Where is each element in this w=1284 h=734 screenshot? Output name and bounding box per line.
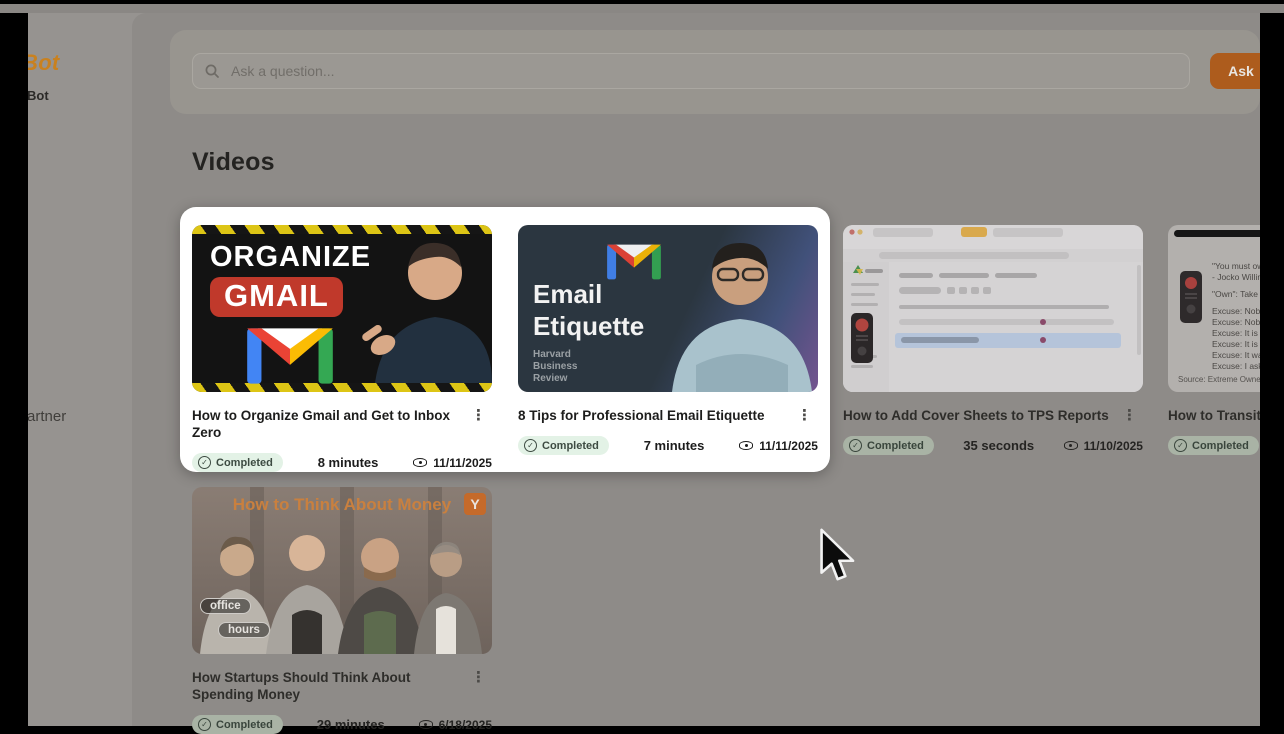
y-combinator-icon: Y bbox=[464, 493, 486, 515]
video-thumbnail-tps-reports[interactable] bbox=[843, 225, 1143, 392]
thumbnail-red-pill: GMAIL bbox=[210, 277, 343, 317]
presenter-photo bbox=[357, 233, 492, 383]
status-label: Completed bbox=[216, 457, 273, 469]
gmail-logo-icon bbox=[244, 323, 336, 389]
check-icon: ✓ bbox=[198, 456, 211, 469]
thumbnail-headline: Etiquette bbox=[533, 311, 644, 342]
office-bubble: office bbox=[200, 598, 251, 614]
presenter-photo bbox=[648, 225, 818, 392]
sidebar-nav-item[interactable]: artner bbox=[27, 408, 66, 425]
drive-screenshot-graphic bbox=[843, 225, 1143, 392]
letterbox-right bbox=[1260, 13, 1284, 726]
thumbnail-headline: ORGANIZE bbox=[210, 241, 371, 274]
quote-source: Source: Extreme Owners bbox=[1178, 375, 1267, 384]
status-badge: ✓ Completed bbox=[518, 436, 609, 455]
app-logo-subtext: Bot bbox=[27, 88, 49, 103]
status-badge: ✓ Completed bbox=[843, 436, 934, 455]
date-label: 11/11/2025 bbox=[433, 456, 492, 470]
remote-icon bbox=[1180, 271, 1202, 323]
caution-stripe bbox=[192, 383, 492, 392]
kebab-menu-icon[interactable]: ⋮ bbox=[465, 669, 492, 686]
video-duration: 8 minutes bbox=[318, 455, 379, 470]
kebab-menu-icon[interactable]: ⋮ bbox=[465, 407, 492, 424]
search-input[interactable] bbox=[229, 62, 1177, 80]
brand-line: Business bbox=[533, 361, 577, 373]
status-badge: ✓ Completed bbox=[192, 715, 283, 734]
search-icon bbox=[205, 64, 219, 78]
hours-bubble: hours bbox=[218, 622, 270, 638]
thumbnail-subheadline: GMAIL bbox=[224, 278, 329, 313]
video-card[interactable]: How to Add Cover Sheets to TPS Reports ⋮… bbox=[843, 225, 1143, 455]
check-icon: ✓ bbox=[198, 718, 211, 731]
date-label: 11/10/2025 bbox=[1084, 439, 1143, 453]
search-box[interactable] bbox=[192, 53, 1190, 89]
video-thumbnail-organize-gmail[interactable]: ORGANIZE GMAIL bbox=[192, 225, 492, 392]
status-label: Completed bbox=[542, 440, 599, 452]
top-chrome-bar bbox=[0, 4, 1284, 13]
video-title: How to Transiti bbox=[1168, 407, 1265, 424]
eye-icon bbox=[413, 458, 427, 467]
video-thumbnail-think-about-money[interactable]: How to Think About Money Y office hours bbox=[192, 487, 492, 654]
video-duration: 35 seconds bbox=[963, 438, 1034, 453]
view-date: 11/11/2025 bbox=[739, 439, 818, 453]
page-title: Videos bbox=[192, 148, 275, 177]
video-card[interactable]: How to Think About Money Y office hours … bbox=[192, 487, 492, 734]
eye-icon bbox=[739, 441, 753, 450]
brand-line: Harvard bbox=[533, 349, 577, 361]
eye-icon bbox=[419, 720, 433, 729]
kebab-menu-icon[interactable]: ⋮ bbox=[1116, 407, 1143, 424]
check-icon: ✓ bbox=[849, 439, 862, 452]
video-card[interactable]: Email Etiquette Harvard Business Review … bbox=[518, 225, 818, 455]
check-icon: ✓ bbox=[524, 439, 537, 452]
brand-line: Review bbox=[533, 373, 577, 385]
date-label: 6/18/2025 bbox=[439, 718, 492, 732]
status-label: Completed bbox=[867, 440, 924, 452]
view-date: 11/11/2025 bbox=[413, 456, 492, 470]
letterbox-left bbox=[0, 13, 28, 726]
view-date: 6/18/2025 bbox=[419, 718, 492, 732]
kebab-menu-icon[interactable]: ⋮ bbox=[791, 407, 818, 424]
check-icon: ✓ bbox=[1174, 439, 1187, 452]
thumbnail-headline: Email bbox=[533, 279, 602, 310]
status-badge: ✓ Completed bbox=[192, 453, 283, 472]
video-thumbnail-email-etiquette[interactable]: Email Etiquette Harvard Business Review bbox=[518, 225, 818, 392]
status-label: Completed bbox=[1192, 440, 1249, 452]
video-title: How Startups Should Think About Spending… bbox=[192, 669, 464, 703]
brand-watermark: Harvard Business Review bbox=[533, 349, 577, 385]
status-badge: ✓ Completed bbox=[1168, 436, 1259, 455]
video-title: How to Add Cover Sheets to TPS Reports bbox=[843, 407, 1109, 424]
video-duration: 7 minutes bbox=[644, 438, 705, 453]
thumbnail-title: How to Think About Money bbox=[192, 495, 492, 515]
eye-icon bbox=[1064, 441, 1078, 450]
video-duration: 29 minutes bbox=[317, 717, 385, 732]
status-label: Completed bbox=[216, 719, 273, 731]
video-title: How to Organize Gmail and Get to Inbox Z… bbox=[192, 407, 464, 441]
video-title: 8 Tips for Professional Email Etiquette bbox=[518, 407, 765, 424]
view-date: 11/10/2025 bbox=[1064, 439, 1143, 453]
video-card[interactable]: ORGANIZE GMAIL How to Organize Gmail and… bbox=[192, 225, 492, 472]
date-label: 11/11/2025 bbox=[759, 439, 818, 453]
